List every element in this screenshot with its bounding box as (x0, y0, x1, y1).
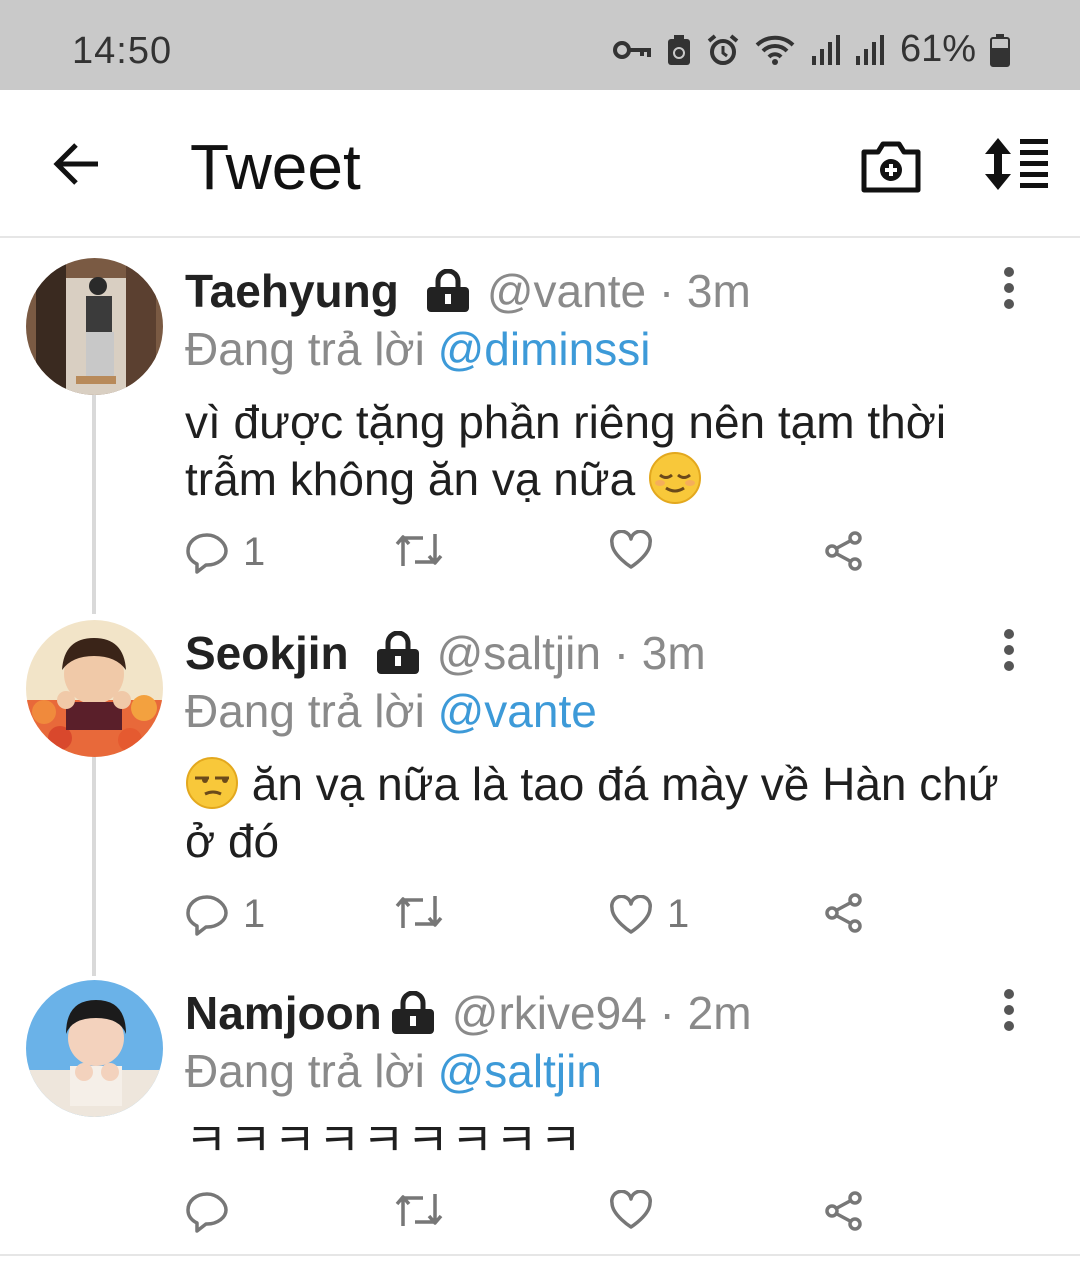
display-name[interactable]: Taehyung (185, 264, 399, 318)
reply-icon (186, 1192, 228, 1233)
relieved-face-icon (648, 452, 701, 504)
back-button[interactable] (46, 134, 106, 194)
reply-count: 1 (243, 530, 266, 574)
tweet-header: Taehyung @vante · 3m (185, 264, 751, 318)
status-icons: 61% (612, 28, 1010, 71)
reply-mention-link[interactable]: @diminssi (438, 323, 651, 375)
bottom-divider (0, 1254, 1080, 1256)
app-bar: Tweet (0, 90, 1080, 238)
vpn-key-icon (612, 40, 651, 59)
camera-plus-icon (861, 141, 921, 193)
more-vertical-icon (1004, 267, 1014, 309)
alarm-icon (707, 33, 739, 65)
retweet-button[interactable] (393, 892, 459, 932)
share-button[interactable] (823, 530, 865, 572)
tweet-header: Seokjin @saltjin · 3m (185, 626, 706, 680)
battery-icon (990, 33, 1010, 67)
avatar[interactable] (26, 258, 163, 395)
more-vertical-icon (1004, 629, 1014, 671)
reply-prefix: Đang trả lời (185, 323, 425, 375)
retweet-button[interactable] (393, 530, 459, 570)
arrow-left-icon (53, 143, 98, 185)
reply-prefix: Đang trả lời (185, 1045, 425, 1097)
reply-context: Đang trả lời @diminssi (185, 322, 650, 376)
reply-icon (186, 532, 228, 574)
camera-button[interactable] (860, 136, 922, 196)
avatar[interactable] (26, 620, 163, 757)
thread-line (92, 392, 96, 614)
heart-icon (610, 894, 652, 934)
reply-context: Đang trả lời @saltjin (185, 1044, 602, 1098)
tweet-text-line-2: trẫm không ăn vạ nữa (185, 451, 1025, 508)
status-time: 14:50 (72, 30, 173, 72)
share-icon (825, 531, 862, 571)
reply-button[interactable]: 1 (185, 530, 265, 575)
handle-time: @rkive94 · 2m (451, 987, 752, 1039)
heart-icon (610, 1190, 652, 1229)
more-options-button[interactable] (996, 988, 1022, 1032)
reply-prefix: Đang trả lời (185, 685, 425, 737)
retweet-icon (395, 534, 443, 566)
heart-icon (610, 530, 652, 569)
page-title: Tweet (190, 131, 361, 203)
tweet-header: Namjoon @rkive94 · 2m (185, 986, 752, 1040)
share-icon (825, 1191, 862, 1231)
reply-mention-link[interactable]: @saltjin (438, 1045, 602, 1097)
tweet-text-line-1: ăn vạ nữa là tao đá mày về Hàn chứ (185, 756, 1025, 813)
thread-line (92, 754, 96, 976)
reply-count: 1 (243, 892, 266, 936)
lock-icon (426, 269, 469, 312)
avatar[interactable] (26, 980, 163, 1117)
retweet-button[interactable] (393, 1190, 459, 1230)
signal-icon (811, 34, 840, 65)
handle-time: @saltjin · 3m (436, 627, 706, 679)
tweet-text-line: ở đó (185, 815, 280, 867)
tweet-text: ㅋㅋㅋㅋㅋㅋㅋㅋㅋ (185, 1112, 1025, 1169)
retweet-icon (395, 1194, 443, 1226)
reply-mention-link[interactable]: @vante (438, 685, 597, 737)
lock-icon (391, 991, 434, 1034)
like-button[interactable] (609, 530, 667, 570)
more-options-button[interactable] (996, 266, 1022, 310)
battery-percent: 61% (899, 28, 976, 70)
sort-icon (985, 138, 1048, 190)
like-button[interactable]: 1 (609, 892, 689, 937)
lock-icon (376, 631, 419, 674)
share-button[interactable] (823, 1190, 865, 1232)
tweet-text-line: ㅋㅋㅋㅋㅋㅋㅋㅋㅋ (185, 1113, 584, 1167)
sort-button[interactable] (982, 136, 1052, 192)
signal-icon (855, 34, 884, 65)
reply-icon (186, 894, 228, 936)
handle-time: @vante · 3m (486, 265, 751, 317)
display-name[interactable]: Namjoon (185, 986, 382, 1040)
tweet-text-line: vì được tặng phần riêng nên tạm thời (185, 396, 947, 448)
retweet-icon (395, 896, 443, 928)
tweet-text-line: ăn vạ nữa là tao đá mày về Hàn chứ (251, 758, 999, 810)
tweet-text-line: trẫm không ăn vạ nữa (185, 453, 636, 505)
wifi-icon (755, 35, 795, 65)
reply-context: Đang trả lời @vante (185, 684, 597, 738)
share-icon (825, 893, 862, 933)
like-button[interactable] (609, 1190, 667, 1230)
display-name[interactable]: Seokjin (185, 626, 349, 680)
more-vertical-icon (1004, 989, 1014, 1031)
status-bar: 14:50 61% (0, 0, 1080, 90)
tweet-text: ăn vạ nữa là tao đá mày về Hàn chứ ở đó (185, 756, 1025, 870)
more-options-button[interactable] (996, 628, 1022, 672)
reply-button[interactable]: 1 (185, 892, 265, 937)
share-button[interactable] (823, 892, 865, 934)
unamused-face-icon (186, 757, 238, 809)
recycle-icon (667, 34, 690, 65)
reply-button[interactable] (185, 1190, 243, 1234)
like-count: 1 (667, 892, 690, 936)
tweet-text: vì được tặng phần riêng nên tạm thời trẫ… (185, 394, 1025, 508)
